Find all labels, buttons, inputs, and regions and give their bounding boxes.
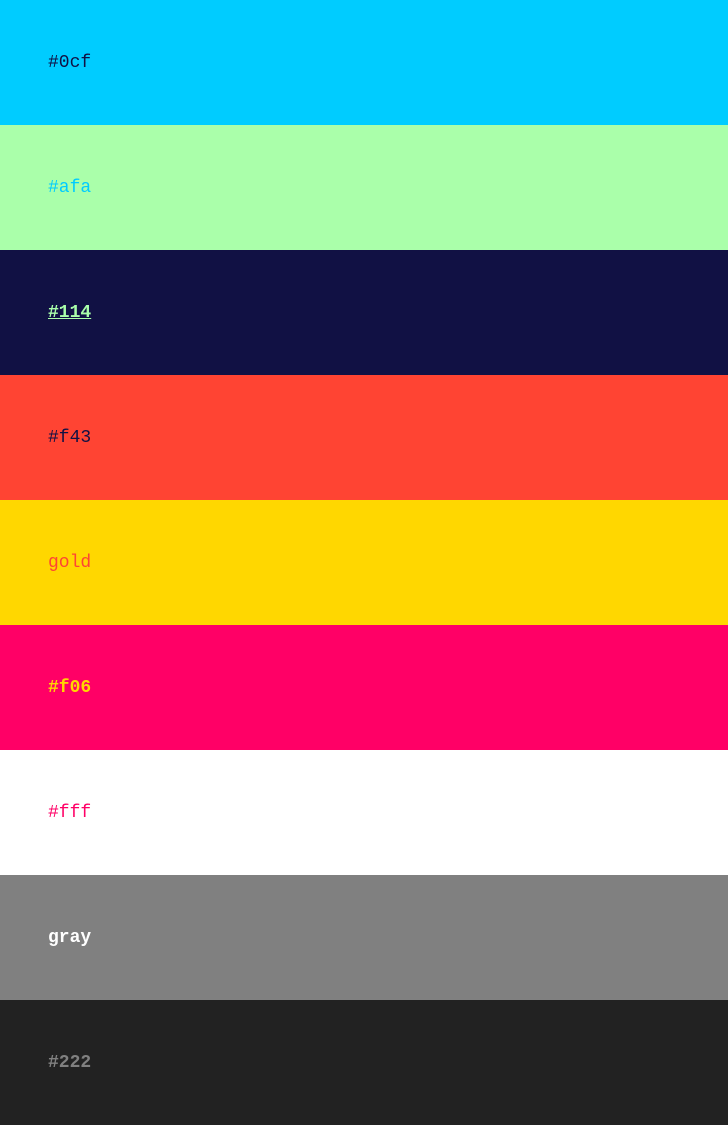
swatch-fff: #fff (0, 750, 728, 875)
swatch-label: #fff (48, 802, 92, 823)
swatch-222: #222 (0, 1000, 728, 1125)
swatch-label: #222 (48, 1052, 92, 1073)
swatch-gold: gold (0, 500, 728, 625)
swatch-label: #0cf (48, 52, 92, 73)
color-swatch-list: #0cf #afa #114 #f43 gold #f06 #fff gray … (0, 0, 728, 1125)
swatch-label: #114 (48, 302, 92, 323)
swatch-gray: gray (0, 875, 728, 1000)
swatch-f06: #f06 (0, 625, 728, 750)
swatch-0cf: #0cf (0, 0, 728, 125)
swatch-label: gray (48, 927, 92, 948)
swatch-f43: #f43 (0, 375, 728, 500)
swatch-label: gold (48, 552, 92, 573)
swatch-114: #114 (0, 250, 728, 375)
swatch-afa: #afa (0, 125, 728, 250)
swatch-label: #f43 (48, 427, 92, 448)
swatch-label: #f06 (48, 677, 92, 698)
swatch-label: #afa (48, 177, 92, 198)
